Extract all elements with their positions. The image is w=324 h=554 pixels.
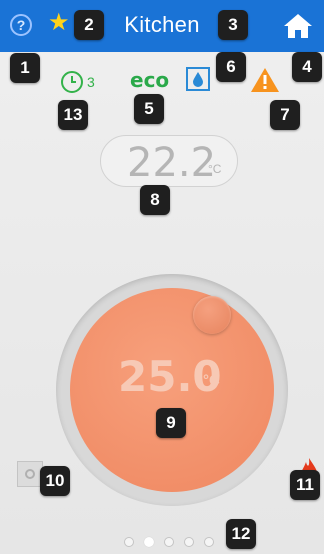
- callout-badge-5: 5: [134, 94, 164, 124]
- page-dot[interactable]: [184, 537, 194, 547]
- room-title: Kitchen: [124, 12, 200, 37]
- schedule-clock-icon[interactable]: [60, 70, 84, 94]
- callout-badge-13: 13: [58, 100, 88, 130]
- dial-knob-handle[interactable]: [193, 296, 231, 334]
- callout-badge-8: 8: [140, 185, 170, 215]
- page-dot[interactable]: [164, 537, 174, 547]
- callout-badge-7: 7: [270, 100, 300, 130]
- callout-badge-4: 4: [292, 52, 322, 82]
- circle-icon: [25, 469, 35, 479]
- callout-badge-9: 9: [156, 408, 186, 438]
- callout-badge-10: 10: [40, 466, 70, 496]
- current-temperature-display: 22.2 °C: [100, 135, 238, 187]
- schedule-count: 3: [87, 74, 95, 90]
- callout-badge-6: 6: [216, 52, 246, 82]
- warning-icon[interactable]: [250, 66, 280, 94]
- humidity-icon[interactable]: [186, 67, 210, 91]
- callout-badge-3: 3: [218, 10, 248, 40]
- callout-badge-1: 1: [10, 53, 40, 83]
- eco-mode-label[interactable]: eco: [130, 68, 169, 92]
- page-dot[interactable]: [204, 537, 214, 547]
- page-dot-active[interactable]: [144, 537, 154, 547]
- header-bar: ? ★ Kitchen: [0, 0, 324, 52]
- callout-badge-12: 12: [226, 519, 256, 549]
- current-temperature-unit: °C: [208, 162, 222, 176]
- setpoint-unit: °C: [203, 372, 220, 389]
- current-temperature-value: 22.2: [127, 140, 217, 186]
- callout-badge-2: 2: [74, 10, 104, 40]
- page-dot[interactable]: [124, 537, 134, 547]
- callout-badge-11: 11: [290, 470, 320, 500]
- home-icon[interactable]: [282, 12, 314, 40]
